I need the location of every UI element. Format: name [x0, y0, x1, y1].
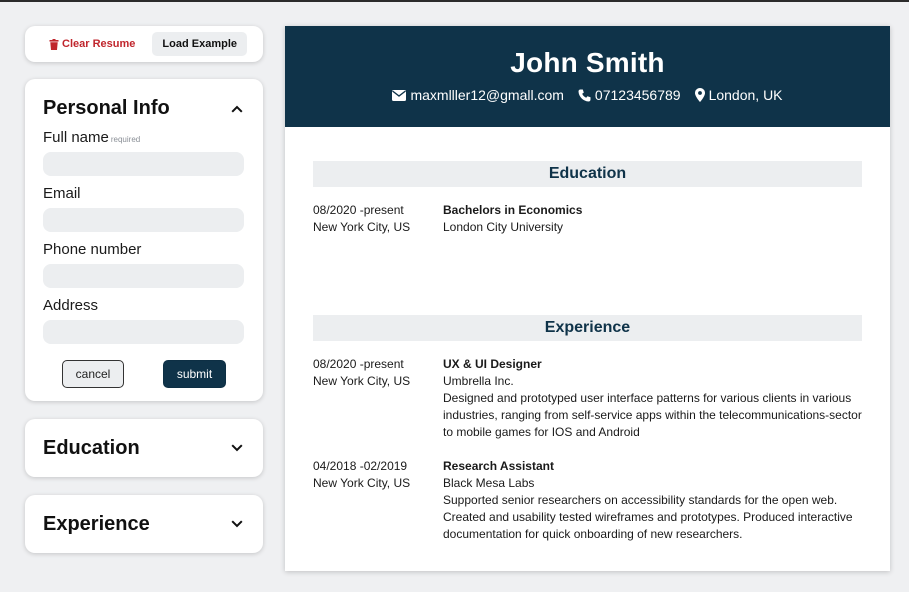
- education-section-title: Education: [313, 161, 862, 187]
- entry-title: Research Assistant: [443, 459, 554, 473]
- entry-description: Supported senior researchers on accessib…: [443, 493, 853, 541]
- email-label: Email: [43, 185, 81, 202]
- contact-location: London, UK: [694, 87, 783, 103]
- experience-panel-title: Experience: [43, 512, 150, 535]
- personal-info-title: Personal Info: [43, 97, 170, 119]
- contact-phone: 07123456789: [578, 87, 681, 103]
- experience-section-title: Experience: [313, 315, 862, 341]
- resume-header: John Smith maxmlller12@gmall.com 0712345…: [285, 26, 890, 127]
- phone-label: Phone number: [43, 241, 142, 258]
- entry-subtitle: Umbrella Inc.: [443, 374, 514, 388]
- resume-name: John Smith: [510, 47, 665, 78]
- entry-subtitle: London City University: [443, 220, 564, 234]
- contact-location-text: London, UK: [708, 87, 783, 103]
- entry-dates-block: 08/2020 -present New York City, US: [313, 356, 433, 390]
- phone-input[interactable]: [43, 264, 244, 288]
- submit-button[interactable]: submit: [163, 360, 226, 388]
- entry-location: New York City, US: [313, 374, 411, 388]
- map-pin-icon: [694, 88, 705, 102]
- experience-panel[interactable]: Experience: [25, 495, 263, 553]
- full-name-label-text: Full name: [43, 129, 109, 146]
- full-name-input[interactable]: [43, 152, 244, 176]
- entry-dates-block: 04/2018 -02/2019 New York City, US: [313, 458, 433, 492]
- entry-dates: 04/2018 -02/2019: [313, 459, 408, 473]
- envelope-icon: [392, 89, 407, 101]
- entry-dates-block: 08/2020 -present New York City, US: [313, 202, 433, 236]
- trash-icon: [49, 38, 59, 50]
- entry-location: New York City, US: [313, 220, 411, 234]
- cancel-button[interactable]: cancel: [62, 360, 124, 388]
- entry-detail-block: Bachelors in Economics London City Unive…: [443, 202, 863, 236]
- education-panel-title: Education: [43, 436, 140, 459]
- contact-phone-text: 07123456789: [594, 87, 681, 103]
- address-input[interactable]: [43, 320, 244, 344]
- entry-detail-block: Research Assistant Black Mesa Labs Suppo…: [443, 458, 863, 543]
- chevron-down-icon[interactable]: [229, 516, 245, 532]
- full-name-label: Full name required: [43, 129, 245, 146]
- window-top-border: [0, 0, 909, 2]
- clear-resume-label: Clear Resume: [62, 38, 136, 50]
- form-buttons: cancel submit: [43, 360, 245, 388]
- entry-title: Bachelors in Economics: [443, 203, 583, 217]
- clear-resume-button[interactable]: Clear Resume: [49, 38, 135, 50]
- entry-detail-block: UX & UI Designer Umbrella Inc. Designed …: [443, 356, 863, 441]
- education-panel[interactable]: Education: [25, 419, 263, 477]
- personal-info-header[interactable]: Personal Info: [43, 97, 245, 120]
- phone-icon: [578, 89, 591, 101]
- contact-row: maxmlller12@gmall.com 07123456789 London…: [285, 87, 890, 103]
- address-label: Address: [43, 297, 99, 314]
- resume-controls: Clear Resume Load Example: [25, 26, 263, 62]
- contact-email-text: maxmlller12@gmall.com: [410, 87, 564, 103]
- chevron-down-icon[interactable]: [229, 440, 245, 456]
- entry-dates: 08/2020 -present: [313, 203, 404, 217]
- entry-title: UX & UI Designer: [443, 357, 542, 371]
- entry-location: New York City, US: [313, 476, 411, 490]
- entry-description: Designed and prototyped user interface p…: [443, 391, 862, 439]
- required-hint: required: [110, 135, 141, 144]
- entry-subtitle: Black Mesa Labs: [443, 476, 535, 490]
- resume-preview: John Smith maxmlller12@gmall.com 0712345…: [285, 26, 890, 571]
- email-input[interactable]: [43, 208, 244, 232]
- entry-dates: 08/2020 -present: [313, 357, 404, 371]
- personal-info-panel: Personal Info Full name required Email Ph…: [25, 79, 263, 401]
- load-example-button[interactable]: Load Example: [152, 32, 247, 56]
- contact-email: maxmlller12@gmall.com: [392, 87, 564, 103]
- chevron-up-icon[interactable]: [229, 101, 245, 117]
